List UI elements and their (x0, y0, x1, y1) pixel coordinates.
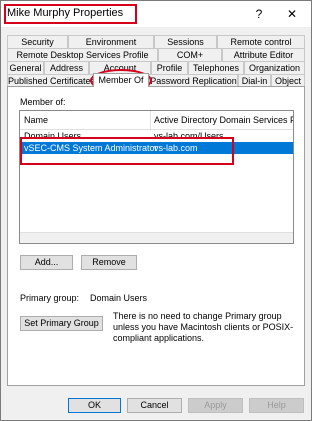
tab-address[interactable]: Address (44, 61, 89, 74)
primary-group-note: There is no need to change Primary group… (113, 311, 294, 343)
tab-general[interactable]: General (7, 61, 44, 74)
tab-organization[interactable]: Organization (244, 61, 305, 74)
list-item-name: vSEC-CMS System Administrator (24, 143, 158, 153)
list-header: Name Active Directory Domain Services Fo… (20, 111, 293, 130)
tab-security[interactable]: Security (7, 35, 68, 48)
member-of-list[interactable]: Name Active Directory Domain Services Fo… (19, 110, 294, 244)
ok-button[interactable]: OK (68, 398, 121, 413)
add-button[interactable]: Add... (20, 255, 73, 270)
tab-telephones[interactable]: Telephones (188, 61, 244, 74)
tab-remote-desktop-services-profile[interactable]: Remote Desktop Services Profile (7, 48, 158, 61)
list-item-name: Domain Users (24, 131, 82, 141)
list-item-folder: vs-lab.com/Users (154, 131, 224, 141)
tab-com-plus[interactable]: COM+ (158, 48, 222, 61)
title-highlight-annotation (4, 4, 137, 24)
set-primary-group-button[interactable]: Set Primary Group (20, 316, 103, 331)
list-item-selected[interactable]: vSEC-CMS System Administrator vs-lab.com (20, 142, 293, 154)
title-bar: Mike Murphy Properties ? ✕ (1, 1, 311, 27)
tab-remote-control[interactable]: Remote control (217, 35, 305, 48)
tab-member-of[interactable]: Member Of (93, 73, 149, 87)
apply-button[interactable]: Apply (188, 398, 243, 413)
close-icon[interactable]: ✕ (282, 5, 302, 23)
column-header-name[interactable]: Name (24, 115, 48, 125)
horizontal-scrollbar[interactable] (20, 232, 293, 243)
list-item[interactable]: Domain Users vs-lab.com/Users (20, 130, 293, 142)
tab-sessions[interactable]: Sessions (154, 35, 217, 48)
tab-environment[interactable]: Environment (68, 35, 154, 48)
tab-attribute-editor[interactable]: Attribute Editor (222, 48, 305, 61)
help-icon[interactable]: ? (249, 5, 269, 23)
list-item-folder: vs-lab.com (154, 143, 198, 153)
primary-group-value: Domain Users (90, 293, 148, 303)
properties-dialog: Mike Murphy Properties ? ✕ Security Envi… (0, 0, 312, 421)
cancel-button[interactable]: Cancel (127, 398, 182, 413)
help-button[interactable]: Help (249, 398, 304, 413)
primary-group-label: Primary group: (20, 293, 80, 303)
column-separator[interactable] (150, 111, 151, 129)
remove-button[interactable]: Remove (81, 255, 137, 270)
column-header-folder[interactable]: Active Directory Domain Services Fol (154, 115, 293, 125)
member-of-label: Member of: (20, 97, 66, 107)
tab-profile[interactable]: Profile (151, 61, 188, 74)
